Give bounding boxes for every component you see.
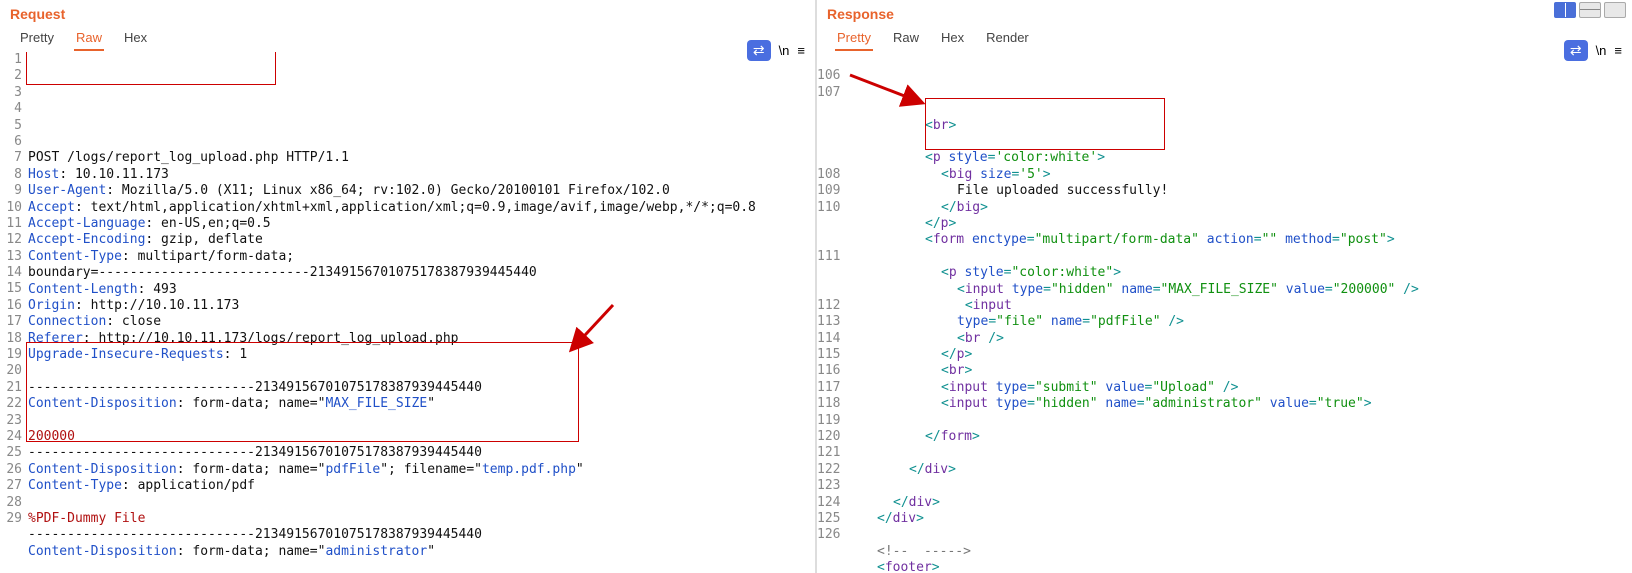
response-gutter: 1061071081091101111121131141151161171181…	[817, 52, 845, 573]
tab-hex[interactable]: Hex	[122, 28, 149, 51]
layout-buttons	[1554, 2, 1626, 18]
request-pane: Request PrettyRawHex ⇄ \n ≡ 123456789101…	[0, 0, 815, 573]
layout-split-vertical[interactable]	[1554, 2, 1576, 18]
tab-pretty[interactable]: Pretty	[18, 28, 56, 51]
response-pane: Response PrettyRawHexRender ⇄ \n ≡ 10610…	[817, 0, 1632, 573]
request-tabs: Pretty Raw Hex	[0, 28, 815, 52]
layout-split-horizontal[interactable]	[1579, 2, 1601, 18]
request-editor[interactable]: 1234567891011121314151617181920212223242…	[0, 52, 815, 573]
tab-raw[interactable]: Raw	[891, 28, 921, 51]
request-gutter: 1234567891011121314151617181920212223242…	[0, 52, 28, 573]
tab-pretty[interactable]: Pretty	[835, 28, 873, 51]
response-tabs: Pretty Raw Hex Render	[817, 28, 1632, 52]
request-code[interactable]: POST /logs/report_log_upload.php HTTP/1.…	[28, 52, 815, 573]
response-editor[interactable]: 1061071081091101111121131141151161171181…	[817, 52, 1632, 573]
highlight-box-request-line	[26, 52, 276, 85]
tab-render[interactable]: Render	[984, 28, 1031, 51]
request-title: Request	[0, 0, 815, 28]
tab-raw[interactable]: Raw	[74, 28, 104, 51]
tab-hex[interactable]: Hex	[939, 28, 966, 51]
arrow-to-success	[845, 70, 935, 110]
response-title: Response	[817, 0, 1632, 28]
layout-single[interactable]	[1604, 2, 1626, 18]
response-code[interactable]: <br> <p style='color:white'><big size='5…	[845, 52, 1632, 573]
